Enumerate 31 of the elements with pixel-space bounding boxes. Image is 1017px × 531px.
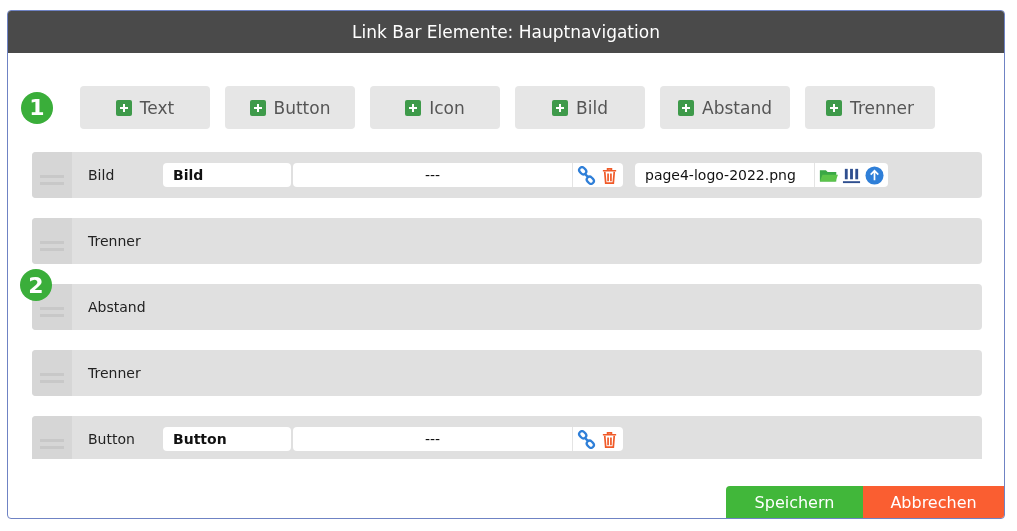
- link-icon[interactable]: [577, 165, 596, 185]
- link-field[interactable]: ---: [293, 427, 573, 451]
- name-field[interactable]: Bild: [163, 163, 291, 187]
- cancel-button[interactable]: Abbrechen: [863, 486, 1004, 518]
- plus-icon: [249, 99, 266, 116]
- name-field[interactable]: Button: [163, 427, 291, 451]
- element-type-label: Abstand: [88, 299, 147, 315]
- upload-icon[interactable]: [865, 165, 884, 185]
- link-field[interactable]: ---: [293, 163, 573, 187]
- window-title: Link Bar Elemente: Hauptnavigation: [8, 11, 1004, 53]
- link-icon[interactable]: [577, 429, 596, 449]
- trash-icon[interactable]: [600, 165, 619, 185]
- element-type-label: Bild: [88, 167, 116, 183]
- add-element-button[interactable]: Button: [225, 86, 355, 129]
- file-field[interactable]: page4-logo-2022.png: [635, 163, 815, 187]
- add-element-button[interactable]: Trenner: [805, 86, 935, 129]
- add-element-button[interactable]: Abstand: [660, 86, 790, 129]
- element-type-label: Button: [88, 431, 136, 447]
- add-element-button[interactable]: Text: [80, 86, 210, 129]
- add-element-button[interactable]: Bild: [515, 86, 645, 129]
- add-element-button[interactable]: Icon: [370, 86, 500, 129]
- trash-icon[interactable]: [600, 429, 619, 449]
- plus-icon: [552, 99, 569, 116]
- step-marker: 1: [21, 91, 53, 124]
- plus-icon: [115, 99, 132, 116]
- plus-icon: [678, 99, 695, 116]
- element-type-label: Trenner: [88, 365, 142, 381]
- element-type-label: Trenner: [88, 233, 142, 249]
- plus-icon: [826, 99, 842, 116]
- step-marker: 2: [20, 269, 52, 301]
- plus-icon: [405, 99, 422, 116]
